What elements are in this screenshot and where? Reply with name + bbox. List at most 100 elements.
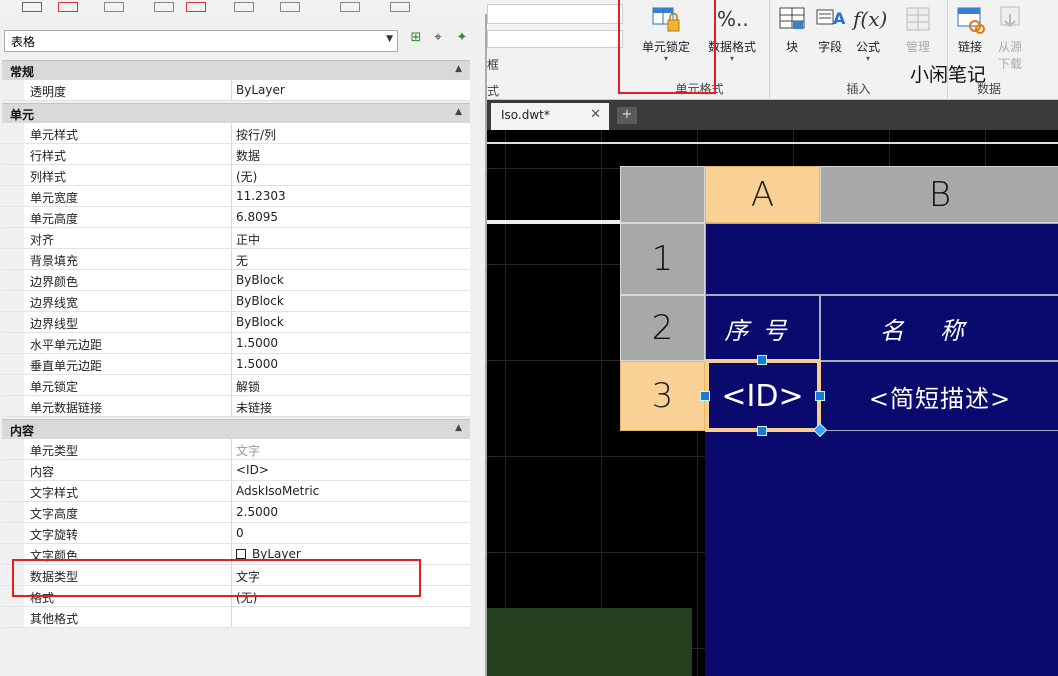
property-row[interactable]: 透明度 ByLayer bbox=[2, 80, 470, 101]
section-cell[interactable]: 单元 ▲ bbox=[2, 103, 470, 123]
table-cell-title[interactable] bbox=[705, 223, 1058, 295]
property-value[interactable]: <ID> bbox=[232, 460, 470, 480]
property-row[interactable]: 列样式 (无) bbox=[2, 165, 470, 186]
property-row[interactable]: 水平单元边距 1.5000 bbox=[2, 333, 470, 354]
link-label: 链接 bbox=[957, 40, 982, 54]
property-value[interactable]: ByBlock bbox=[232, 291, 470, 311]
property-row[interactable]: 文字旋转 0 bbox=[2, 523, 470, 544]
property-row[interactable]: 单元锁定 解锁 bbox=[2, 375, 470, 396]
property-value[interactable] bbox=[232, 607, 470, 627]
property-name: 单元样式 bbox=[24, 123, 232, 143]
section-title: 单元 bbox=[10, 108, 35, 122]
cell-grip-top[interactable] bbox=[757, 355, 767, 365]
cell-grip-right[interactable] bbox=[815, 391, 825, 401]
table-cell-b2[interactable]: 名称 bbox=[820, 295, 1058, 361]
ribbon-mini-icon[interactable] bbox=[340, 2, 360, 12]
tab-label: Iso.dwt* bbox=[501, 108, 550, 122]
ribbon-mini-icon[interactable] bbox=[390, 2, 410, 12]
quick-select-icon[interactable]: ✦ bbox=[452, 30, 472, 52]
section-content[interactable]: 内容 ▲ bbox=[2, 419, 470, 439]
download-from-source-button[interactable]: 从源 下载 bbox=[988, 4, 1032, 72]
row-header-2[interactable]: 2 bbox=[620, 295, 705, 361]
object-type-value: 表格 bbox=[11, 35, 36, 49]
property-name: 其他格式 bbox=[24, 607, 232, 627]
property-row[interactable]: 单元数据链接 未链接 bbox=[2, 396, 470, 417]
toggle-pickadd-icon[interactable]: ⊞ bbox=[406, 30, 426, 52]
link-button[interactable]: 链接 bbox=[948, 4, 992, 55]
drawing-canvas[interactable]: A B 1 2 3 序号 名称 <ID> <简短描述> bbox=[487, 130, 1058, 676]
cell-grip-left[interactable] bbox=[700, 391, 710, 401]
table-cell-a2[interactable]: 序号 bbox=[705, 295, 820, 361]
property-value[interactable]: 1.5000 bbox=[232, 333, 470, 353]
property-value[interactable]: ByBlock bbox=[232, 312, 470, 332]
ribbon-mini-icon[interactable] bbox=[22, 2, 42, 12]
tab-iso-dwt[interactable]: Iso.dwt* ✕ bbox=[491, 103, 609, 130]
drawing-line bbox=[487, 220, 627, 224]
formula-button[interactable]: f(x) 公式 ▾ bbox=[846, 4, 890, 63]
property-row[interactable]: 文字高度 2.5000 bbox=[2, 502, 470, 523]
property-value[interactable]: 无 bbox=[232, 249, 470, 269]
property-value[interactable]: 6.8095 bbox=[232, 207, 470, 227]
property-row[interactable]: 边界颜色 ByBlock bbox=[2, 270, 470, 291]
property-row[interactable]: 单元类型 文字 bbox=[2, 439, 470, 460]
row-header-1[interactable]: 1 bbox=[620, 223, 705, 295]
property-row[interactable]: 对齐 正中 bbox=[2, 228, 470, 249]
add-tab-button[interactable]: + bbox=[617, 107, 637, 124]
manage-label: 管理 bbox=[905, 40, 930, 54]
ribbon-dropdown[interactable] bbox=[487, 4, 623, 24]
ribbon-mini-icon[interactable] bbox=[280, 2, 300, 12]
property-value[interactable]: ByBlock bbox=[232, 270, 470, 290]
property-name: 单元数据链接 bbox=[24, 396, 232, 416]
property-value[interactable]: 正中 bbox=[232, 228, 470, 248]
property-name: 单元类型 bbox=[24, 439, 232, 459]
property-value[interactable]: 未链接 bbox=[232, 396, 470, 416]
ribbon-mini-icon[interactable] bbox=[154, 2, 174, 12]
section-general[interactable]: 常规 ▲ bbox=[2, 60, 470, 80]
property-row[interactable]: 行样式 数据 bbox=[2, 144, 470, 165]
property-value[interactable]: 按行/列 bbox=[232, 123, 470, 143]
property-row[interactable]: 内容 <ID> bbox=[2, 460, 470, 481]
table-corner-cell[interactable] bbox=[620, 166, 705, 223]
collapse-icon: ▲ bbox=[455, 423, 462, 433]
property-row[interactable]: 垂直单元边距 1.5000 bbox=[2, 354, 470, 375]
property-row[interactable]: 背景填充无 bbox=[2, 249, 470, 270]
ribbon-left-strip bbox=[0, 0, 487, 14]
ribbon-mini-icon[interactable] bbox=[186, 2, 206, 12]
property-value[interactable]: (无) bbox=[232, 165, 470, 185]
property-value[interactable]: 数据 bbox=[232, 144, 470, 164]
column-header-a[interactable]: A bbox=[705, 166, 820, 223]
chevron-down-icon: ▾ bbox=[865, 54, 870, 63]
property-value[interactable]: 解锁 bbox=[232, 375, 470, 395]
property-row[interactable]: 文字样式 AdskIsoMetric bbox=[2, 481, 470, 502]
column-header-b[interactable]: B bbox=[820, 166, 1058, 223]
select-objects-icon[interactable]: ⌖ bbox=[428, 30, 448, 52]
property-name: 对齐 bbox=[24, 228, 232, 248]
object-type-selector[interactable]: 表格 ▼ bbox=[4, 30, 398, 52]
property-value[interactable]: 0 bbox=[232, 523, 470, 543]
ribbon-mini-icon[interactable] bbox=[58, 2, 78, 12]
property-value[interactable]: 1.5000 bbox=[232, 354, 470, 374]
table-cell-b3[interactable]: <简短描述> bbox=[820, 361, 1058, 431]
property-value[interactable]: 11.2303 bbox=[232, 186, 470, 206]
manage-button[interactable]: 管理 bbox=[896, 4, 940, 55]
color-swatch-icon bbox=[236, 549, 246, 559]
cell-grip-bottom[interactable] bbox=[757, 426, 767, 436]
property-value[interactable]: AdskIsoMetric bbox=[232, 481, 470, 501]
property-value[interactable]: 2.5000 bbox=[232, 502, 470, 522]
property-row[interactable]: 边界线型 ByBlock bbox=[2, 312, 470, 333]
property-name: 垂直单元边距 bbox=[24, 354, 232, 374]
close-icon[interactable]: ✕ bbox=[590, 107, 601, 122]
property-name: 背景填充 bbox=[24, 249, 232, 269]
row-header-3[interactable]: 3 bbox=[620, 361, 705, 431]
property-value[interactable]: ByLayer bbox=[232, 80, 470, 100]
property-row[interactable]: 边界线宽 ByBlock bbox=[2, 291, 470, 312]
ribbon-mini-icon[interactable] bbox=[104, 2, 124, 12]
formula-label: 公式 bbox=[855, 40, 880, 54]
property-row[interactable]: 单元宽度 11.2303 bbox=[2, 186, 470, 207]
property-row[interactable]: 单元样式 按行/列 bbox=[2, 123, 470, 144]
property-row[interactable]: 单元高度 6.8095 bbox=[2, 207, 470, 228]
ribbon-dropdown[interactable] bbox=[487, 30, 623, 48]
property-row[interactable]: 其他格式 bbox=[2, 607, 470, 628]
selected-cell-outline bbox=[705, 359, 821, 432]
ribbon-mini-icon[interactable] bbox=[234, 2, 254, 12]
